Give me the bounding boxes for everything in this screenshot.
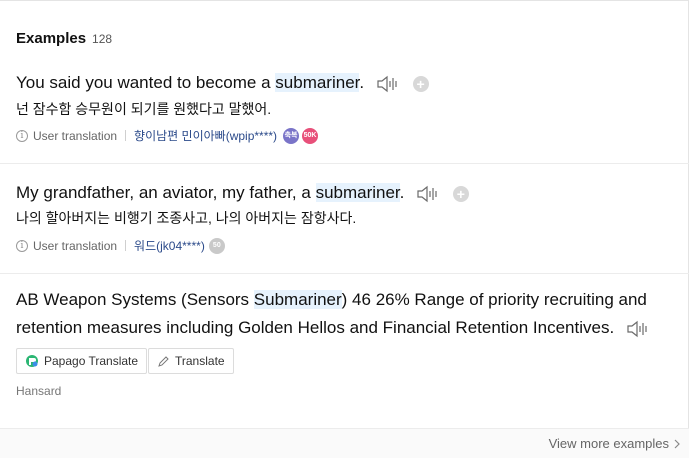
- sentence-text: You said you wanted to become a: [16, 73, 276, 92]
- sentence-text: .: [399, 183, 405, 202]
- translate-label: Translate: [175, 354, 225, 368]
- speaker-icon[interactable]: [376, 75, 400, 93]
- divider: [125, 240, 127, 251]
- user-translation-label: User translation: [33, 128, 118, 143]
- info-icon[interactable]: i: [16, 239, 28, 252]
- divider: [0, 163, 689, 164]
- add-icon[interactable]: +: [452, 185, 469, 202]
- view-more-examples-link[interactable]: View more examples: [549, 436, 681, 451]
- sentence-text: My grandfather, an aviator, my father, a: [16, 183, 316, 202]
- translation-meta: i User translation 워드(jk04****) 50: [16, 237, 225, 254]
- examples-header: Examples 128: [16, 30, 112, 47]
- example-sentence: My grandfather, an aviator, my father, a…: [16, 182, 469, 204]
- pen-icon: [157, 355, 170, 368]
- highlighted-word[interactable]: Submariner: [253, 290, 342, 309]
- divider: [125, 130, 127, 141]
- sentence-text: AB Weapon Systems (Sensors: [16, 290, 254, 309]
- examples-panel: [0, 0, 689, 458]
- divider: [0, 273, 689, 274]
- chevron-right-icon: [673, 438, 681, 450]
- example-sentence: You said you wanted to become a submarin…: [16, 72, 429, 94]
- user-badge: 축복: [283, 127, 300, 144]
- user-link[interactable]: 향이남편 민이아빠(wpip****): [134, 127, 277, 144]
- papago-translate-label: Papago Translate: [44, 354, 139, 368]
- footer: View more examples: [0, 428, 689, 458]
- user-badge: 50: [208, 237, 225, 254]
- papago-icon: [25, 354, 39, 368]
- translation-text: 나의 할아버지는 비행기 조종사고, 나의 아버지는 잠항사다.: [16, 210, 357, 226]
- speaker-icon[interactable]: [416, 185, 440, 203]
- user-badge: 50K: [302, 127, 319, 144]
- translate-button[interactable]: Translate: [148, 348, 234, 374]
- examples-count: 128: [92, 32, 113, 46]
- sentence-text: .: [359, 73, 365, 92]
- examples-title: Examples: [16, 30, 87, 47]
- user-translation-label: User translation: [33, 238, 118, 253]
- view-more-label: View more examples: [548, 436, 669, 451]
- user-link[interactable]: 워드(jk04****): [134, 237, 205, 254]
- speaker-icon[interactable]: [626, 320, 650, 338]
- highlighted-word[interactable]: submariner: [275, 73, 360, 92]
- add-icon[interactable]: +: [412, 75, 429, 92]
- translation-meta: i User translation 향이남편 민이아빠(wpip****) 축…: [16, 127, 319, 144]
- source-label: Hansard: [16, 384, 62, 398]
- info-icon[interactable]: i: [16, 129, 28, 142]
- highlighted-word[interactable]: submariner: [315, 183, 400, 202]
- translation-text: 넌 잠수함 승무원이 되기를 원했다고 말했어.: [16, 101, 272, 117]
- papago-translate-button[interactable]: Papago Translate: [16, 348, 148, 374]
